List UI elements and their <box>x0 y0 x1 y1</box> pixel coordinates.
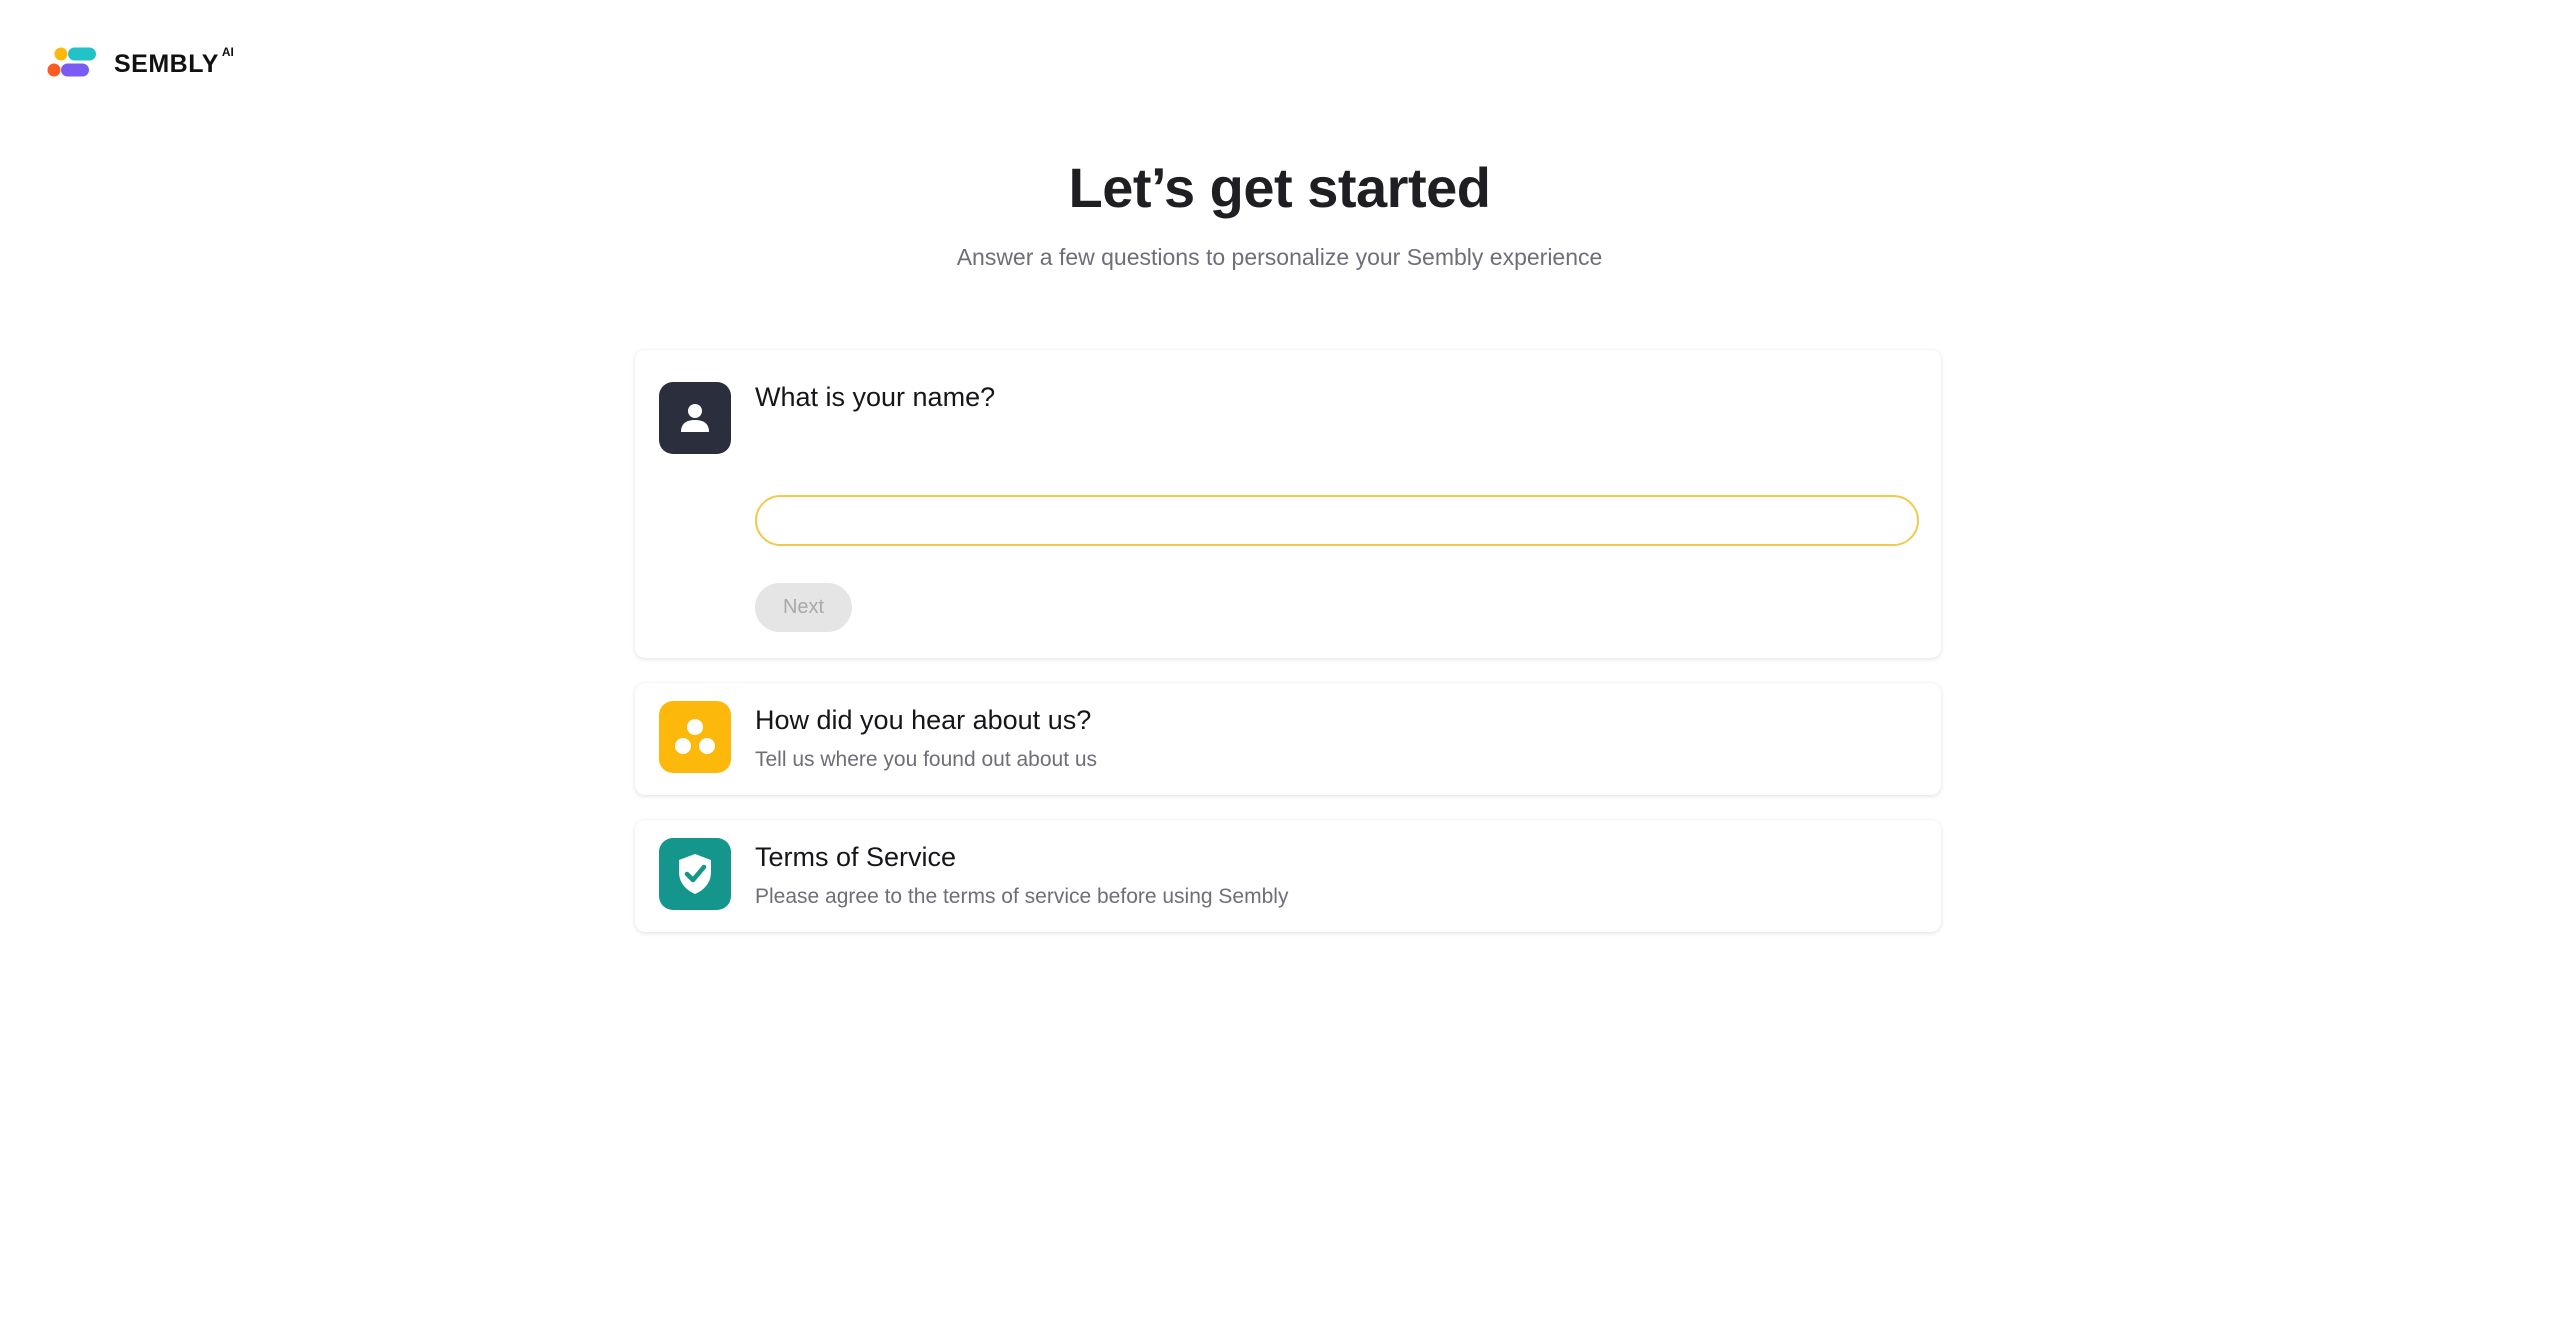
referral-step-title: How did you hear about us? <box>755 705 1092 735</box>
logo-wordmark: SEMBLY <box>114 49 219 78</box>
community-icon <box>659 701 731 773</box>
sembly-logo-mark-icon <box>47 47 96 77</box>
page-subtitle: Answer a few questions to personalize yo… <box>956 244 1603 270</box>
terms-step-card[interactable]: Terms of Service Please agree to the ter… <box>635 820 1941 932</box>
terms-step-title: Terms of Service <box>755 842 957 872</box>
terms-step-description: Please agree to the terms of service bef… <box>755 885 1289 908</box>
referral-step-card[interactable]: How did you hear about us? Tell us where… <box>635 683 1941 795</box>
user-icon <box>659 382 731 454</box>
referral-step-description: Tell us where you found out about us <box>755 748 1098 771</box>
name-input[interactable] <box>755 495 1919 546</box>
page-title: Let’s get started <box>1068 156 1491 219</box>
sembly-logo[interactable]: SEMBLY AI <box>47 45 234 79</box>
name-step-title: What is your name? <box>755 382 996 412</box>
logo-ai-badge: AI <box>221 45 234 59</box>
next-button[interactable]: Next <box>755 583 852 632</box>
shield-check-icon <box>659 838 731 910</box>
name-step-card: What is your name? Next <box>635 350 1941 658</box>
